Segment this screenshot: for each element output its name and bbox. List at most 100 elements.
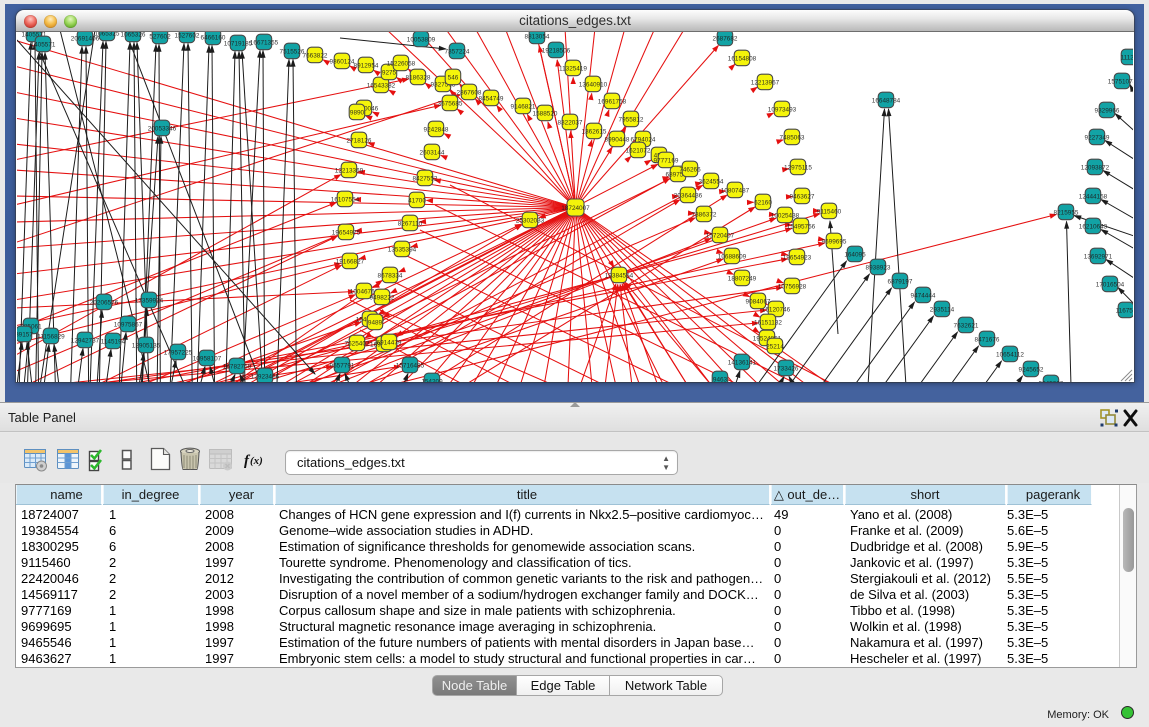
svg-text:62160: 62160 <box>754 199 772 206</box>
svg-text:13640910: 13640910 <box>579 81 608 88</box>
svg-text:2718126: 2718126 <box>347 137 372 144</box>
svg-text:9275: 9275 <box>382 69 397 76</box>
svg-text:16151132: 16151132 <box>754 319 782 326</box>
svg-text:16107554: 16107554 <box>331 196 360 203</box>
svg-text:19218506: 19218506 <box>542 47 571 54</box>
svg-text:8678334: 8678334 <box>378 272 403 279</box>
svg-text:1527602: 1527602 <box>175 32 200 39</box>
svg-text:9463627: 9463627 <box>790 193 815 200</box>
svg-text:10654112: 10654112 <box>996 351 1024 358</box>
svg-text:9463: 9463 <box>713 376 728 382</box>
svg-text:17016504: 17016504 <box>1096 281 1125 288</box>
svg-text:15716485: 15716485 <box>396 362 425 369</box>
svg-text:9227349: 9227349 <box>1085 134 1110 141</box>
svg-text:9777169: 9777169 <box>654 157 679 164</box>
svg-text:527602: 527602 <box>149 33 171 40</box>
svg-text:8912954: 8912954 <box>354 62 379 69</box>
svg-text:16210643: 16210643 <box>1079 223 1108 230</box>
svg-text:20206576: 20206576 <box>90 299 119 306</box>
svg-text:13535394: 13535394 <box>388 246 417 253</box>
svg-text:12942737: 12942737 <box>71 337 100 344</box>
svg-text:18807249: 18807249 <box>728 275 757 282</box>
svg-text:9860124: 9860124 <box>330 58 355 65</box>
svg-text:12093872: 12093872 <box>1081 164 1110 171</box>
svg-text:746266: 746266 <box>679 166 701 173</box>
svg-text:16961758: 16961758 <box>598 98 627 105</box>
svg-text:14136141: 14136141 <box>728 359 757 366</box>
svg-text:9146821: 9146821 <box>511 103 536 110</box>
svg-text:10688609: 10688609 <box>718 253 747 260</box>
svg-text:2935114: 2935114 <box>930 306 955 313</box>
svg-text:19166827: 19166827 <box>336 258 365 265</box>
svg-text:7357224: 7357224 <box>445 48 470 55</box>
svg-text:10973493: 10973493 <box>768 106 797 113</box>
svg-text:16154808: 16154808 <box>728 55 757 62</box>
svg-text:15226058: 15226058 <box>387 60 416 67</box>
svg-text:1405571: 1405571 <box>31 41 56 48</box>
svg-text:9657791: 9657791 <box>330 362 355 369</box>
svg-text:9489: 9489 <box>368 319 383 326</box>
svg-text:9474444: 9474444 <box>911 292 936 299</box>
svg-text:16543382: 16543382 <box>367 82 396 89</box>
svg-text:15720407: 15720407 <box>706 232 735 239</box>
svg-text:546: 546 <box>448 74 459 81</box>
svg-text:7663822: 7663822 <box>303 52 328 59</box>
svg-text:7625402: 7625402 <box>345 340 370 347</box>
svg-text:11325419: 11325419 <box>559 65 587 72</box>
svg-text:16671355: 16671355 <box>250 39 279 46</box>
svg-text:15751074: 15751074 <box>1108 78 1133 85</box>
svg-text:8454749: 8454749 <box>479 95 504 102</box>
svg-text:8813054: 8813054 <box>525 33 550 40</box>
svg-text:10807487: 10807487 <box>721 187 750 194</box>
svg-text:7632621: 7632621 <box>954 322 979 329</box>
svg-text:7386372: 7386372 <box>692 211 717 218</box>
svg-text:10975867: 10975867 <box>114 321 143 328</box>
svg-text:11123: 11123 <box>1121 54 1133 61</box>
svg-text:12444158: 12444158 <box>1079 193 1108 200</box>
svg-text:9115460: 9115460 <box>817 208 842 215</box>
svg-text:7515526: 7515526 <box>280 48 305 55</box>
svg-text:39157: 39157 <box>17 331 33 338</box>
svg-text:17957225: 17957225 <box>164 349 193 356</box>
svg-text:(x): (x) <box>250 455 263 467</box>
svg-text:19654923: 19654923 <box>783 254 812 261</box>
svg-text:41700: 41700 <box>408 197 426 204</box>
svg-text:17359924: 17359924 <box>135 297 164 304</box>
svg-text:20053346: 20053346 <box>148 125 177 132</box>
svg-text:12213369: 12213369 <box>335 167 364 174</box>
svg-text:9245093: 9245093 <box>1039 380 1064 382</box>
svg-text:25302033: 25302033 <box>516 217 545 224</box>
svg-text:8267110: 8267110 <box>398 220 423 227</box>
svg-text:19384554: 19384554 <box>605 272 634 279</box>
svg-text:12975115: 12975115 <box>784 164 812 171</box>
svg-text:164095: 164095 <box>844 251 866 258</box>
svg-text:9498222: 9498222 <box>370 294 395 301</box>
svg-text:8990448: 8990448 <box>605 136 630 143</box>
svg-text:1065326: 1065326 <box>121 32 146 38</box>
svg-text:2603144: 2603144 <box>420 149 445 156</box>
svg-text:7955812: 7955812 <box>619 116 644 123</box>
svg-text:3624554: 3624554 <box>699 178 724 185</box>
svg-text:1588520: 1588520 <box>533 110 558 117</box>
svg-text:9242848: 9242848 <box>424 126 449 133</box>
svg-text:25214: 25214 <box>766 343 784 350</box>
svg-text:12923466: 12923466 <box>251 373 280 380</box>
svg-text:10958107: 10958107 <box>193 355 222 362</box>
svg-text:10719185: 10719185 <box>224 40 253 47</box>
svg-text:8938923: 8938923 <box>866 264 891 271</box>
svg-text:6914479: 6914479 <box>377 339 402 346</box>
svg-text:116753: 116753 <box>1116 307 1133 314</box>
svg-text:2687682: 2687682 <box>713 35 738 42</box>
svg-text:9084067: 9084067 <box>746 298 771 305</box>
svg-text:15495756: 15495756 <box>787 223 816 230</box>
svg-text:18724007: 18724007 <box>561 205 590 212</box>
svg-text:1362615: 1362615 <box>582 128 607 135</box>
svg-text:13692971: 13692971 <box>1084 253 1113 260</box>
svg-text:1733426: 1733426 <box>774 365 799 372</box>
svg-text:8186328: 8186328 <box>406 74 431 81</box>
svg-text:154209: 154209 <box>421 378 443 382</box>
svg-text:8471676: 8471676 <box>975 336 1000 343</box>
svg-text:8215955: 8215955 <box>1054 209 1079 216</box>
svg-text:1621072: 1621072 <box>626 147 651 154</box>
svg-text:12213967: 12213967 <box>751 79 780 86</box>
